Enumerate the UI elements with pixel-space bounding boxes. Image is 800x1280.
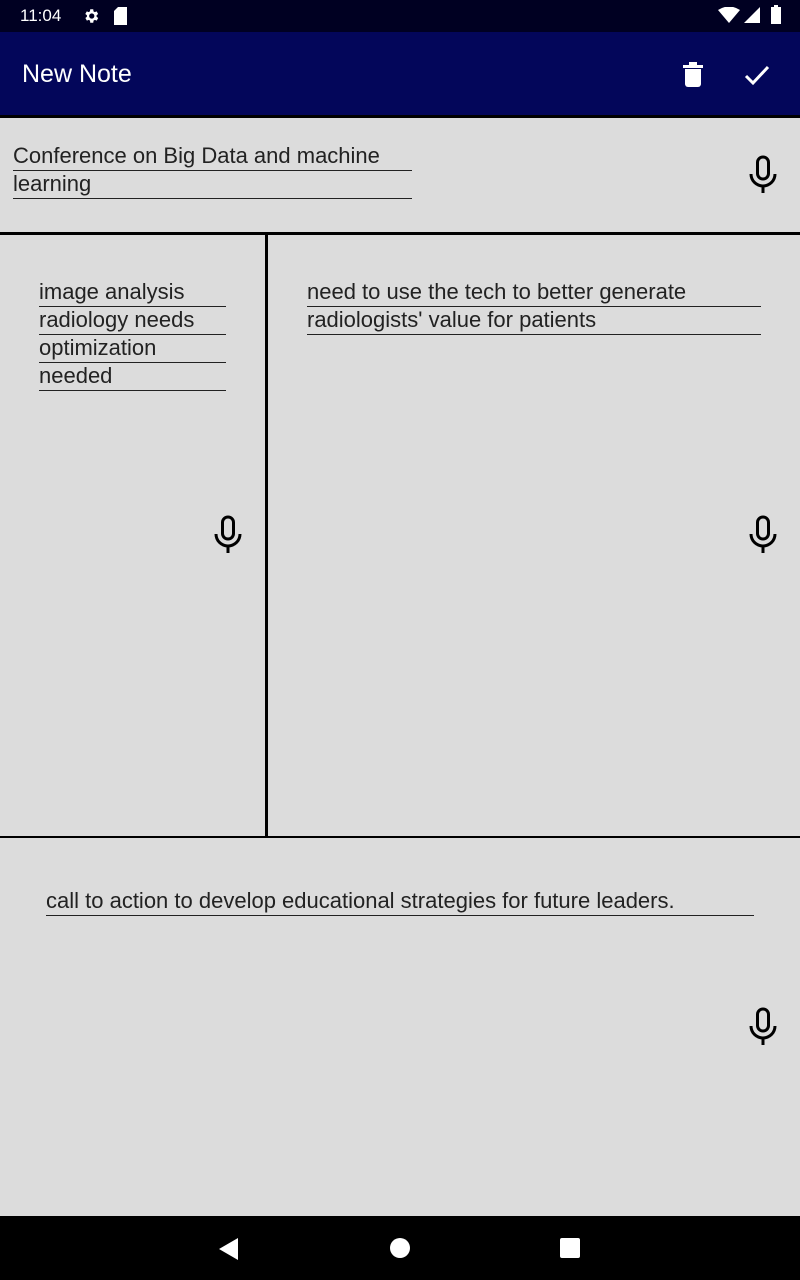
app-bar: New Note [0,32,800,118]
text-line: optimization [39,335,226,363]
right-section: need to use the tech to better generate … [268,235,800,836]
mic-icon[interactable] [748,155,778,195]
text-line: image analysis [39,279,226,307]
left-note-input[interactable]: image analysis radiology needs optimizat… [39,279,226,391]
mic-icon[interactable] [748,1007,778,1047]
text-line: radiology needs [39,307,226,335]
title-section: Conference on Big Data and machine learn… [0,121,800,232]
battery-icon [771,5,781,24]
text-line: learning [13,171,412,199]
back-icon[interactable] [219,1238,239,1260]
sd-card-icon [114,7,127,25]
mic-icon[interactable] [213,515,243,555]
gear-icon [85,9,99,23]
left-section: image analysis radiology needs optimizat… [0,235,265,836]
right-note-input[interactable]: need to use the tech to better generate … [307,279,761,335]
recents-icon[interactable] [560,1238,580,1258]
navigation-bar [0,1216,800,1280]
text-line: needed [39,363,226,391]
bottom-note-input[interactable]: call to action to develop educational st… [46,888,754,916]
text-line: Conference on Big Data and machine [13,143,412,171]
bottom-section: call to action to develop educational st… [0,838,800,1216]
signal-icon [744,7,760,23]
note-title-input[interactable]: Conference on Big Data and machine learn… [13,143,412,199]
check-icon[interactable] [744,64,770,86]
status-time: 11:04 [20,6,62,25]
status-bar: 11:04 [0,0,800,32]
text-line: need to use the tech to better generate [307,279,761,307]
delete-icon[interactable] [683,62,703,87]
text-line: radiologists' value for patients [307,307,761,335]
page-title: New Note [22,60,132,88]
text-line: call to action to develop educational st… [46,888,754,916]
wifi-icon [718,7,740,23]
mic-icon[interactable] [748,515,778,555]
home-icon[interactable] [390,1238,410,1258]
